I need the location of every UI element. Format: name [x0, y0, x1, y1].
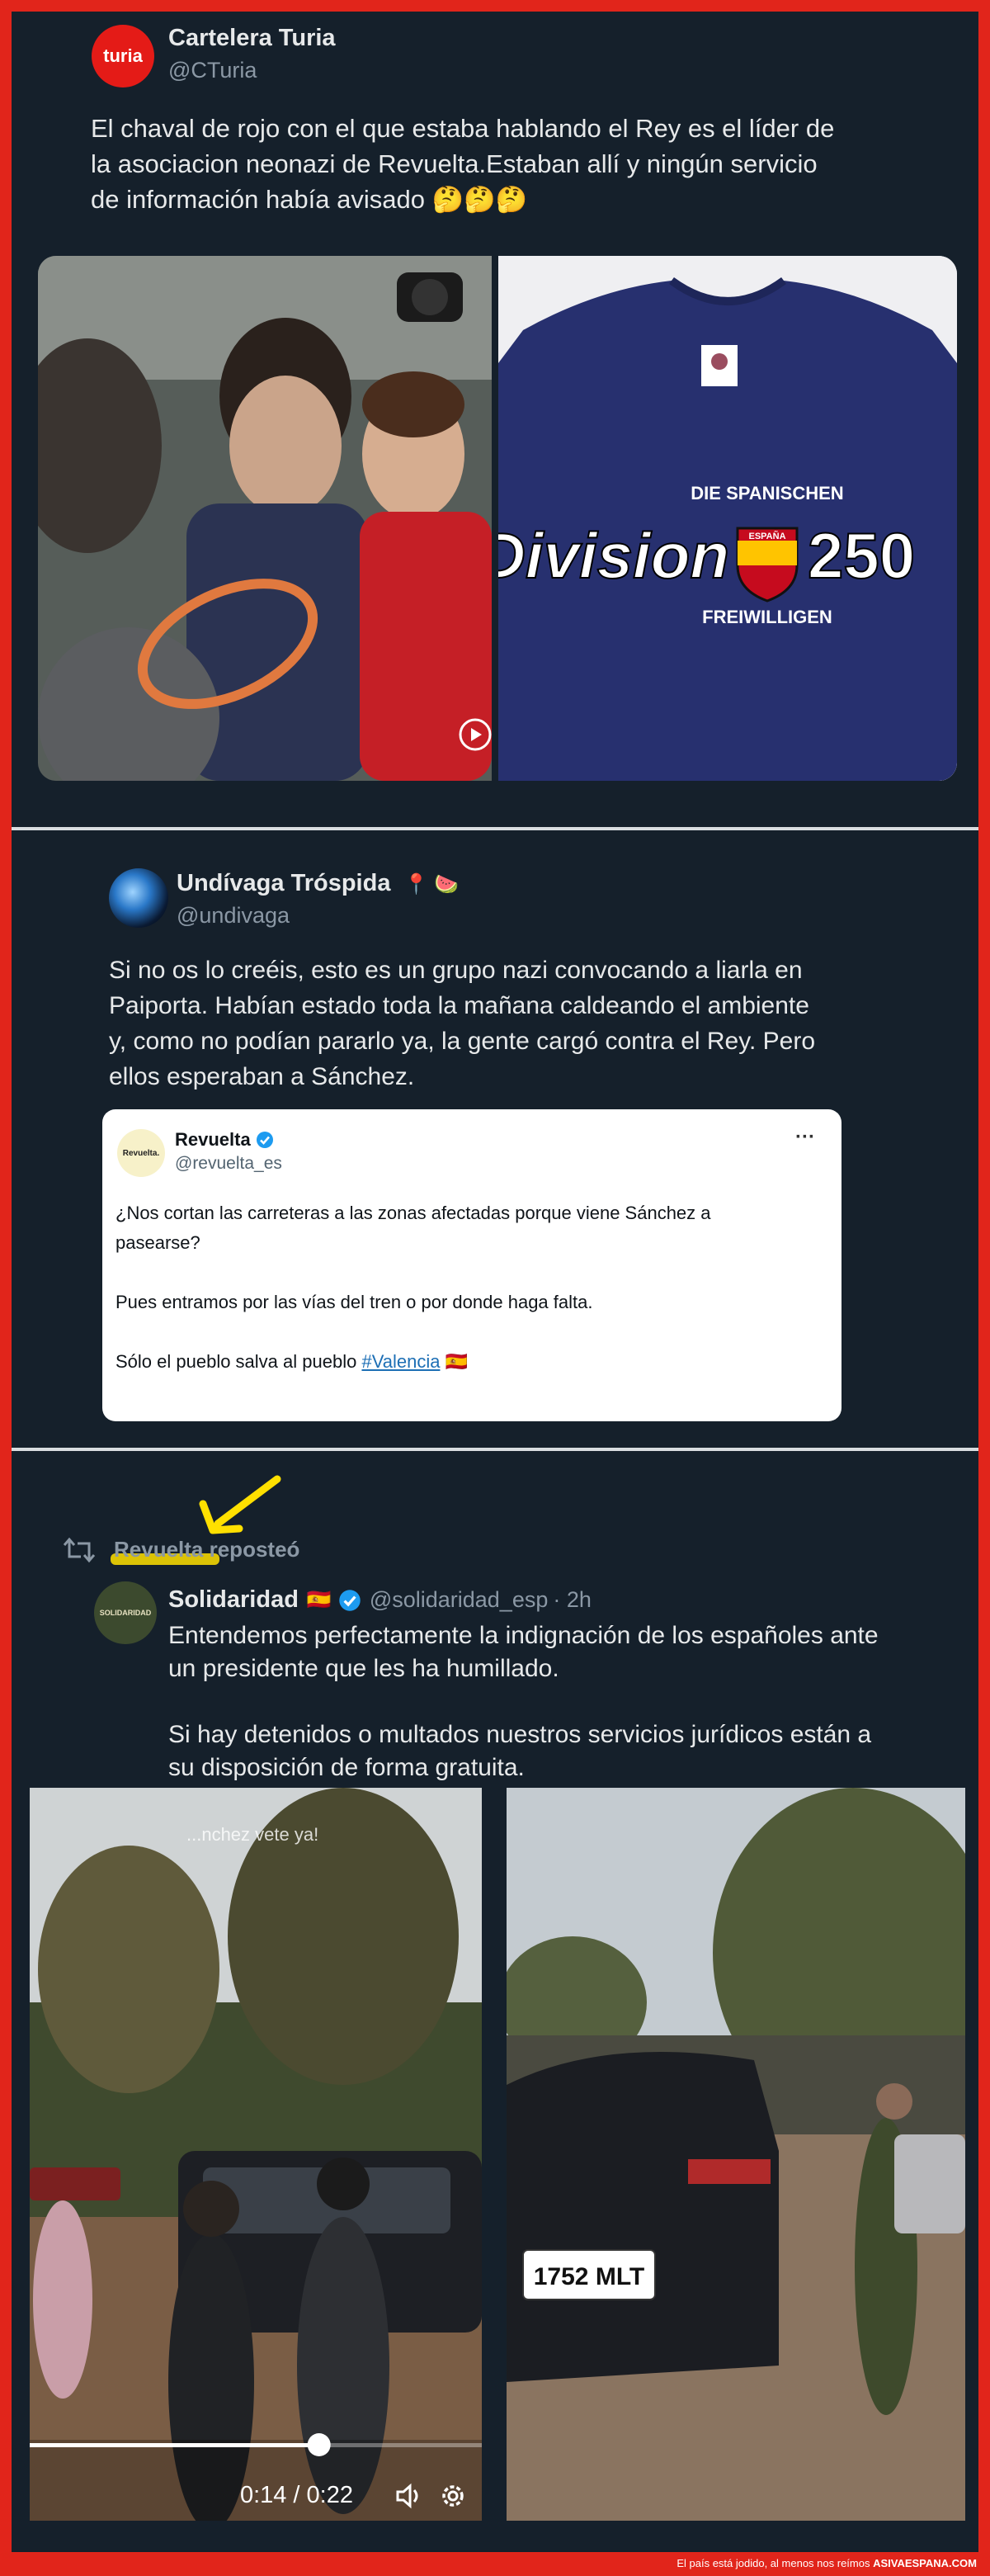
- settings-icon[interactable]: [438, 2481, 468, 2511]
- avatar-logo-text: SOLIDARIDAD: [99, 1609, 152, 1617]
- crowd-scene: [38, 256, 492, 781]
- tweet-text-line: Paiporta. Habían estado toda la mañana c…: [109, 992, 809, 1019]
- footer-slogan: El país está jodido, al menos nos reímos: [676, 2557, 874, 2569]
- avatar[interactable]: turia: [92, 25, 154, 87]
- author-name[interactable]: Solidaridad: [168, 1586, 299, 1614]
- quoted-text-line: Sólo el pueblo salva al pueblo #Valencia…: [116, 1347, 825, 1377]
- timestamp[interactable]: · 2h: [553, 1587, 592, 1613]
- verified-badge-icon: [339, 1589, 361, 1611]
- tweet-text-line: la asociacion neonazi de Revuelta.Estaba…: [91, 149, 818, 178]
- quoted-text-line: Pues entramos por las vías del tren o po…: [116, 1292, 593, 1312]
- license-plate-text: 1752 MLT: [534, 2263, 645, 2290]
- tweet-text-line: Entendemos perfectamente la indignación …: [168, 1622, 879, 1649]
- avatar[interactable]: [109, 868, 168, 928]
- video-frame-left: ...nchez vete ya! 0:14 / 0:22: [30, 1788, 482, 2521]
- repost-label-text: Revuelta reposteó: [114, 1537, 300, 1562]
- volume-icon[interactable]: [393, 2479, 426, 2512]
- retweet-icon: [63, 1537, 96, 1563]
- verified-badge-icon: [256, 1132, 273, 1148]
- shirt-title-left: Division: [498, 519, 729, 592]
- quoted-tweet-card[interactable]: Revuelta. Revuelta @revuelta_es ··· ¿Nos…: [102, 1109, 842, 1421]
- quoted-text-prefix: Sólo el pueblo salva al pueblo: [116, 1351, 362, 1372]
- author-name[interactable]: Undívaga Tróspida 📍 🍉: [177, 870, 459, 897]
- author-name[interactable]: Cartelera Turia: [168, 25, 336, 52]
- author-handle[interactable]: @CTuria: [168, 58, 257, 83]
- avatar[interactable]: Revuelta.: [117, 1129, 165, 1177]
- tweet-text: Entendemos perfectamente la indignación …: [168, 1619, 960, 1784]
- name-emojis: 📍 🍉: [403, 873, 459, 896]
- repost-label[interactable]: Revuelta reposteó: [111, 1537, 300, 1565]
- shirt-title-right: 250: [808, 519, 915, 592]
- video-progress-fill: [30, 2443, 319, 2447]
- tweet-text-line: y, como no podían pararlo ya, la gente c…: [109, 1028, 816, 1055]
- more-icon[interactable]: ···: [795, 1126, 815, 1149]
- quoted-author-handle[interactable]: @revuelta_es: [175, 1154, 282, 1174]
- tweet-text: El chaval de rojo con el que estaba habl…: [91, 111, 965, 217]
- tweet-header: Solidaridad 🇪🇸 @solidaridad_esp · 2h: [168, 1586, 592, 1614]
- video-caption: ...nchez vete ya!: [186, 1824, 318, 1845]
- tweet-text-line: su disposición de forma gratuita.: [168, 1754, 525, 1781]
- divider: [12, 827, 978, 830]
- divider: [12, 1448, 978, 1451]
- tweet-text-line: ellos esperaban a Sánchez.: [109, 1063, 415, 1090]
- author-handle[interactable]: @undivaga: [177, 903, 290, 929]
- hashtag-link[interactable]: #Valencia: [361, 1351, 440, 1372]
- footer-bar: El país está jodido, al menos nos reímos…: [0, 2552, 990, 2576]
- tweet-text-line: Si no os lo creéis, esto es un grupo naz…: [109, 957, 803, 984]
- arrow-annotation-icon: [199, 1475, 281, 1534]
- footer-text: El país está jodido, al menos nos reímos…: [676, 2557, 977, 2569]
- footer-brand-link[interactable]: ASIVAESPANA.COM: [873, 2557, 977, 2569]
- tweet-text-line: de información había avisado 🤔🤔🤔: [91, 185, 528, 214]
- quoted-text-line: pasearse?: [116, 1232, 200, 1253]
- quoted-text-line: ¿Nos cortan las carreteras a las zonas a…: [116, 1203, 711, 1223]
- tweet-text-line: Si hay detenidos o multados nuestros ser…: [168, 1721, 872, 1748]
- shirt-arc-top: DIE SPANISCHEN: [691, 483, 843, 503]
- avatar[interactable]: SOLIDARIDAD: [94, 1581, 157, 1644]
- tweet-text-line: un presidente que les ha humillado.: [168, 1655, 559, 1682]
- video-time-readout: 0:14 / 0:22: [240, 2482, 353, 2508]
- photo-crowd[interactable]: [38, 256, 492, 781]
- quoted-author-name[interactable]: Revuelta: [175, 1129, 274, 1151]
- video-player[interactable]: ...nchez vete ya! 0:14 / 0:22: [30, 1788, 482, 2521]
- video-scrubber-handle[interactable]: [307, 2433, 331, 2456]
- quoted-author-name-text: Revuelta: [175, 1129, 251, 1150]
- author-handle[interactable]: @solidaridad_esp: [370, 1587, 549, 1613]
- photo-tshirt[interactable]: Division 250 DIE SPANISCHEN FREIWILLIGEN…: [498, 256, 957, 781]
- avatar-logo-text: Revuelta.: [122, 1148, 160, 1158]
- video-photo-right[interactable]: 1752 MLT: [507, 1788, 965, 2521]
- spain-flag-icon: 🇪🇸: [306, 1589, 332, 1611]
- tweet-text: Si no os lo creéis, esto es un grupo naz…: [109, 952, 967, 1094]
- screenshot-frame: turia Cartelera Turia @CTuria El chaval …: [12, 12, 978, 2552]
- author-name-text: Undívaga Tróspida: [177, 870, 391, 896]
- quoted-text: ¿Nos cortan las carreteras a las zonas a…: [116, 1198, 825, 1377]
- tweet-text-line: El chaval de rojo con el que estaba habl…: [91, 114, 835, 143]
- video-frame-right: 1752 MLT: [507, 1788, 965, 2521]
- spain-flag-icon: 🇪🇸: [445, 1351, 468, 1372]
- shirt-arc-bottom: FREIWILLIGEN: [702, 607, 832, 627]
- tshirt-graphic: Division 250 DIE SPANISCHEN FREIWILLIGEN…: [498, 256, 957, 781]
- avatar-logo-text: turia: [103, 45, 143, 66]
- shirt-shield-label: ESPAÑA: [748, 531, 785, 541]
